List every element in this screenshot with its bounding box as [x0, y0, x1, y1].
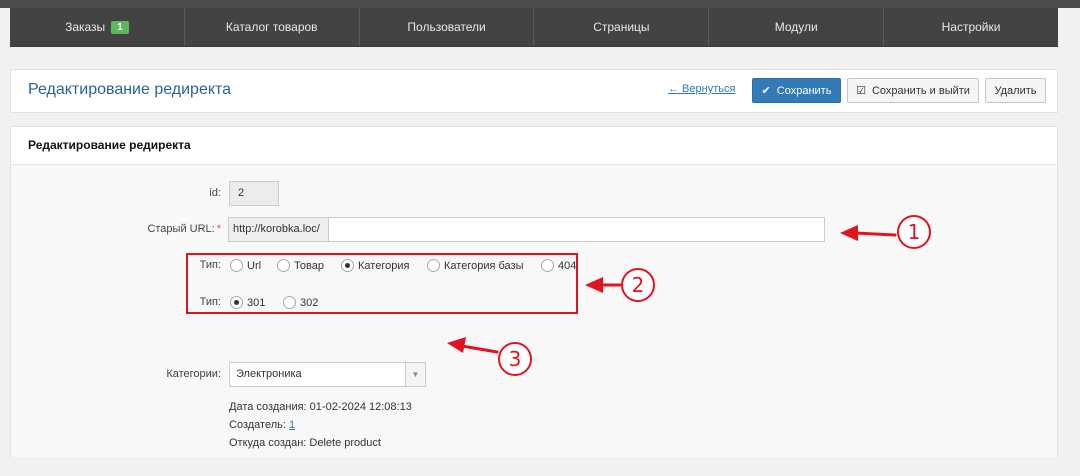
annotation-badge-3: 3 [498, 342, 532, 376]
check-icon: ✔ [761, 85, 771, 97]
annotation-badge-2: 2 [621, 268, 655, 302]
nav-item-orders[interactable]: Заказы 1 [10, 8, 185, 46]
nav-item-catalog[interactable]: Каталог товаров [185, 8, 360, 46]
nav-item-label: Каталог товаров [225, 20, 318, 34]
nav-item-label: Пользователи [407, 20, 486, 34]
origin-value: Delete product [309, 437, 381, 449]
required-mark: * [216, 223, 221, 235]
url-prefix: http://korobka.loc/ [228, 217, 329, 242]
annotation-badge-1: 1 [897, 215, 931, 249]
back-link[interactable]: ← Вернуться [668, 83, 735, 95]
created-label: Дата создания: [229, 401, 307, 413]
delete-button[interactable]: Удалить [985, 78, 1046, 103]
orders-count-badge: 1 [111, 20, 129, 34]
id-label: id: [209, 187, 221, 199]
page-header: Редактирование редиректа ← Вернуться ✔ С… [10, 69, 1058, 113]
created-value: 01-02-2024 12:08:13 [309, 401, 412, 413]
save-button[interactable]: ✔ Сохранить [752, 78, 841, 103]
id-field: 2 [229, 181, 279, 206]
page-title: Редактирование редиректа [28, 81, 232, 98]
save-exit-button-label: Сохранить и выйти [871, 84, 970, 97]
nav-item-label: Заказы [65, 20, 106, 34]
old-url-label-text: Старый URL: [147, 223, 215, 235]
nav-item-users[interactable]: Пользователи [360, 8, 535, 46]
creator-label: Создатель: [229, 419, 286, 431]
nav-item-label: Настройки [941, 20, 1001, 34]
category-select[interactable]: Электроника ▼ [229, 362, 426, 387]
old-url-label: Старый URL: * [111, 223, 221, 235]
nav-item-label: Страницы [593, 20, 650, 34]
nav-item-pages[interactable]: Страницы [534, 8, 710, 46]
created-date: Дата создания: 01-02-2024 12:08:13 [229, 401, 412, 413]
nav-item-label: Модули [774, 20, 818, 34]
origin: Откуда создан: Delete product [229, 437, 381, 449]
nav-item-settings[interactable]: Настройки [884, 8, 1058, 46]
creator-link[interactable]: 1 [289, 419, 295, 431]
top-strip [0, 0, 1080, 8]
chevron-down-icon: ▼ [405, 363, 425, 386]
creator: Создатель: 1 [229, 419, 295, 431]
save-button-label: Сохранить [776, 84, 832, 97]
category-label: Категории: [166, 368, 221, 380]
nav-item-modules[interactable]: Модули [709, 8, 885, 46]
form-heading: Редактирование редиректа [11, 127, 1057, 165]
old-url-input[interactable] [328, 217, 825, 242]
main-nav: Заказы 1 Каталог товаров Пользователи Ст… [10, 8, 1058, 47]
category-select-value: Электроника [236, 368, 302, 380]
save-and-exit-button[interactable]: ☑ Сохранить и выйти [847, 78, 979, 103]
annotation-highlight-box [186, 253, 578, 314]
checkbox-check-icon: ☑ [856, 85, 866, 97]
origin-label: Откуда создан: [229, 437, 307, 449]
